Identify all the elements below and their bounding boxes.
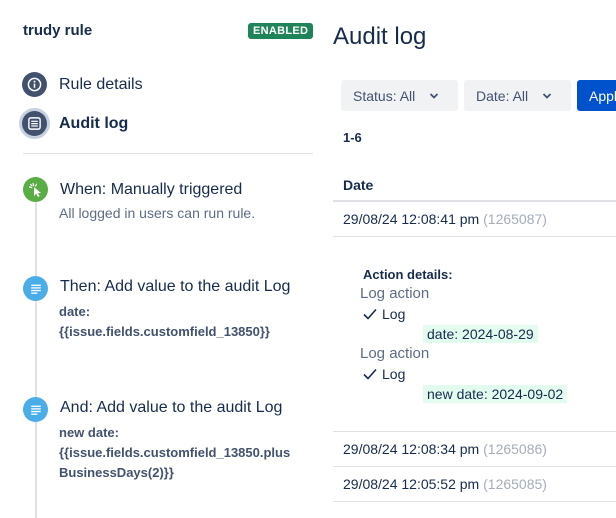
step-action-2-detail-2: {{issue.fields.customfield_13850.plus — [59, 445, 291, 460]
table-row[interactable]: 29/08/24 12:08:41 pm (1265087) — [333, 202, 616, 237]
status-filter-dropdown[interactable]: Status: All — [341, 80, 458, 111]
step-trigger-title: When: Manually triggered — [60, 181, 243, 198]
audit-log-panel: Audit log Status: All Date: All Apply 1-… — [333, 0, 616, 512]
date-filter-dropdown[interactable]: Date: All — [464, 80, 571, 111]
log-check-item: Log — [363, 306, 405, 322]
rule-sidebar: trudy rule ENABLED Rule details Audit lo… — [0, 0, 324, 518]
sidebar-divider — [23, 153, 313, 154]
step-action-2-detail-3: BusinessDays(2)}} — [59, 465, 174, 480]
step-action-1-title: Then: Add value to the audit Log — [60, 278, 291, 295]
chevron-down-icon — [429, 91, 439, 101]
row-timestamp: 29/08/24 12:05:52 pm (1265085) — [343, 476, 547, 492]
rule-name: trudy rule — [23, 22, 93, 39]
page-title: Audit log — [333, 23, 427, 50]
log-value: new date: 2024-09-02 — [423, 385, 568, 403]
list-icon — [22, 111, 47, 136]
row-id: (1265087) — [483, 211, 547, 227]
step-action-1-detail-2: {{issue.fields.customfield_13850}} — [59, 324, 270, 339]
log-check-label: Log — [382, 366, 406, 382]
step-action-1-detail-1: date: — [59, 304, 91, 319]
nav-rule-details-label: Rule details — [59, 75, 143, 93]
cursor-click-icon — [23, 177, 48, 202]
chevron-down-icon — [542, 91, 552, 101]
row-timestamp: 29/08/24 12:08:41 pm (1265087) — [343, 211, 547, 227]
checkmark-icon — [363, 308, 377, 320]
status-badge: ENABLED — [248, 23, 314, 39]
nav-audit-log[interactable]: Audit log — [22, 111, 128, 136]
log-action-label: Log action — [360, 345, 430, 362]
status-filter-label: Status: All — [353, 87, 416, 104]
document-icon — [23, 276, 48, 301]
table-header-date[interactable]: Date — [333, 166, 616, 202]
checkmark-icon — [363, 368, 377, 380]
log-action-label: Log action — [360, 285, 430, 302]
table-row[interactable]: 29/08/24 12:08:34 pm (1265086) — [333, 432, 616, 467]
result-count: 1-6 — [343, 130, 362, 145]
row-id: (1265085) — [483, 476, 547, 492]
date-filter-label: Date: All — [476, 87, 529, 104]
info-icon — [22, 72, 47, 97]
action-details-panel: Action details: Log action Log date: 202… — [333, 237, 616, 432]
apply-button[interactable]: Apply — [577, 80, 616, 111]
row-date: 29/08/24 12:05:52 pm — [343, 476, 480, 492]
table-row[interactable]: 29/08/24 12:05:52 pm (1265085) — [333, 467, 616, 502]
step-trigger-subtitle: All logged in users can run rule. — [59, 205, 256, 221]
row-id: (1265086) — [483, 441, 547, 457]
log-check-item: Log — [363, 366, 405, 382]
row-timestamp: 29/08/24 12:08:34 pm (1265086) — [343, 441, 547, 457]
nav-rule-details[interactable]: Rule details — [22, 72, 143, 97]
step-action-2-title: And: Add value to the audit Log — [60, 399, 283, 416]
log-value: date: 2024-08-29 — [423, 325, 538, 343]
timeline-connector — [35, 188, 37, 518]
document-icon — [23, 397, 48, 422]
step-action-2-detail-1: new date: — [59, 425, 119, 440]
row-date: 29/08/24 12:08:34 pm — [343, 441, 480, 457]
nav-audit-log-label: Audit log — [59, 114, 129, 132]
log-check-label: Log — [382, 306, 406, 322]
action-details-heading: Action details: — [363, 267, 453, 282]
row-date: 29/08/24 12:08:41 pm — [343, 211, 480, 227]
